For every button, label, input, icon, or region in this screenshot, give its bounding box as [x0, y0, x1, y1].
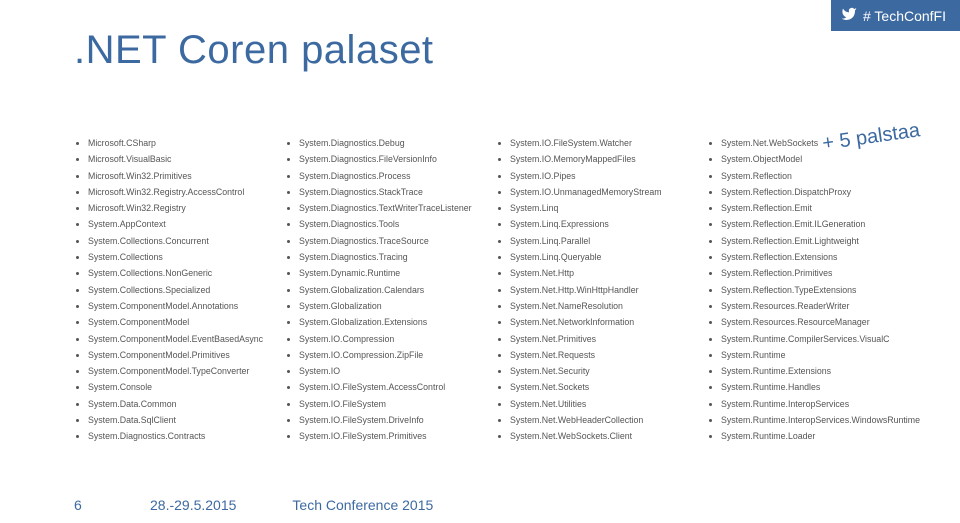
page-title: .NET Coren palaset — [74, 28, 434, 73]
list-item: System.Net.NameResolution — [510, 301, 689, 311]
list-item: System.IO.FileSystem.Primitives — [299, 431, 478, 441]
list-item: System.IO.UnmanagedMemoryStream — [510, 187, 689, 197]
list-item: System.Runtime.InteropServices.WindowsRu… — [721, 415, 920, 425]
list-item: System.Net.Http — [510, 268, 689, 278]
list-item: System.Diagnostics.StackTrace — [299, 187, 478, 197]
list-item: System.Runtime.CompilerServices.VisualC — [721, 334, 920, 344]
list-item: System.Net.Security — [510, 366, 689, 376]
list-item: System.ComponentModel.Annotations — [88, 301, 267, 311]
list-item: System.Linq.Expressions — [510, 219, 689, 229]
list-item: System.Reflection.Primitives — [721, 268, 920, 278]
footer: 6 28.-29.5.2015 Tech Conference 2015 — [0, 497, 960, 513]
list-item: System.Reflection.DispatchProxy — [721, 187, 920, 197]
list-item: System.Linq.Queryable — [510, 252, 689, 262]
slide: # TechConfFI .NET Coren palaset + 5 pals… — [0, 0, 960, 523]
col-4: System.Net.WebSockets System.ObjectModel S… — [707, 138, 920, 473]
list-item: System.IO.Pipes — [510, 171, 689, 181]
list-item: System.Collections.Concurrent — [88, 236, 267, 246]
list-item: System.Resources.ResourceManager — [721, 317, 920, 327]
list-item: System.Diagnostics.Debug — [299, 138, 478, 148]
list-item: System.Net.Http.WinHttpHandler — [510, 285, 689, 295]
list-item: System.IO.FileSystem.Watcher — [510, 138, 689, 148]
page-number: 6 — [74, 497, 94, 513]
list-item: System.Diagnostics.Tracing — [299, 252, 478, 262]
list-item: System.Net.NetworkInformation — [510, 317, 689, 327]
twitter-icon — [841, 6, 857, 25]
list-item: System.ComponentModel.TypeConverter — [88, 366, 267, 376]
list-item: Microsoft.VisualBasic — [88, 154, 267, 164]
list-item: Microsoft.Win32.Registry.AccessControl — [88, 187, 267, 197]
list-item: System.Runtime.Handles — [721, 382, 920, 392]
footer-event: Tech Conference 2015 — [292, 497, 433, 513]
list-item: System.AppContext — [88, 219, 267, 229]
list-item: System.Runtime — [721, 350, 920, 360]
list-item: System.Net.Requests — [510, 350, 689, 360]
list-item: System.Net.Primitives — [510, 334, 689, 344]
list-item: System.ComponentModel — [88, 317, 267, 327]
list-item: System.Data.SqlClient — [88, 415, 267, 425]
list-item: System.Runtime.Extensions — [721, 366, 920, 376]
list-item: System.Linq — [510, 203, 689, 213]
list-item: System.Collections.NonGeneric — [88, 268, 267, 278]
footer-date: 28.-29.5.2015 — [150, 497, 236, 513]
list-item: System.IO — [299, 366, 478, 376]
col-3: System.IO.FileSystem.Watcher System.IO.Me… — [496, 138, 689, 473]
list-item: System.Collections — [88, 252, 267, 262]
list-item: System.Reflection — [721, 171, 920, 181]
list-item: System.ComponentModel.EventBasedAsync — [88, 334, 267, 344]
list-item: System.Net.WebSockets — [721, 138, 920, 148]
list-item: System.Globalization.Calendars — [299, 285, 478, 295]
list-item: System.Runtime.InteropServices — [721, 399, 920, 409]
list-item: System.Runtime.Loader — [721, 431, 920, 441]
list-item: System.Data.Common — [88, 399, 267, 409]
list-item: Microsoft.CSharp — [88, 138, 267, 148]
list-item: System.Reflection.Emit.Lightweight — [721, 236, 920, 246]
list-item: System.IO.FileSystem.AccessControl — [299, 382, 478, 392]
list-item: System.ObjectModel — [721, 154, 920, 164]
list-item: System.Globalization — [299, 301, 478, 311]
list-item: System.Diagnostics.Contracts — [88, 431, 267, 441]
list-item: System.Reflection.Extensions — [721, 252, 920, 262]
list-item: System.Net.Utilities — [510, 399, 689, 409]
list-item: System.ComponentModel.Primitives — [88, 350, 267, 360]
col-2: System.Diagnostics.Debug System.Diagnosti… — [285, 138, 478, 473]
list-item: System.Console — [88, 382, 267, 392]
list-item: System.Diagnostics.Process — [299, 171, 478, 181]
list-item: System.IO.MemoryMappedFiles — [510, 154, 689, 164]
list-item: Microsoft.Win32.Registry — [88, 203, 267, 213]
list-item: System.Diagnostics.TraceSource — [299, 236, 478, 246]
list-item: System.IO.FileSystem.DriveInfo — [299, 415, 478, 425]
list-item: System.Globalization.Extensions — [299, 317, 478, 327]
list-item: System.Net.WebHeaderCollection — [510, 415, 689, 425]
list-item: System.Net.Sockets — [510, 382, 689, 392]
list-item: System.Reflection.Emit — [721, 203, 920, 213]
list-item: System.IO.FileSystem — [299, 399, 478, 409]
columns: Microsoft.CSharp Microsoft.VisualBasic Mic… — [74, 138, 920, 473]
list-item: System.Diagnostics.TextWriterTraceListen… — [299, 203, 478, 213]
list-item: System.IO.Compression.ZipFile — [299, 350, 478, 360]
list-item: System.Collections.Specialized — [88, 285, 267, 295]
list-item: System.Linq.Parallel — [510, 236, 689, 246]
list-item: System.Reflection.Emit.ILGeneration — [721, 219, 920, 229]
hashtag-bar: # TechConfFI — [831, 0, 960, 31]
list-item: System.Net.WebSockets.Client — [510, 431, 689, 441]
list-item: System.IO.Compression — [299, 334, 478, 344]
list-item: System.Reflection.TypeExtensions — [721, 285, 920, 295]
list-item: Microsoft.Win32.Primitives — [88, 171, 267, 181]
col-1: Microsoft.CSharp Microsoft.VisualBasic Mic… — [74, 138, 267, 473]
hashtag-text: # TechConfFI — [863, 8, 946, 24]
list-item: System.Diagnostics.FileVersionInfo — [299, 154, 478, 164]
list-item: System.Dynamic.Runtime — [299, 268, 478, 278]
list-item: System.Diagnostics.Tools — [299, 219, 478, 229]
list-item: System.Resources.ReaderWriter — [721, 301, 920, 311]
